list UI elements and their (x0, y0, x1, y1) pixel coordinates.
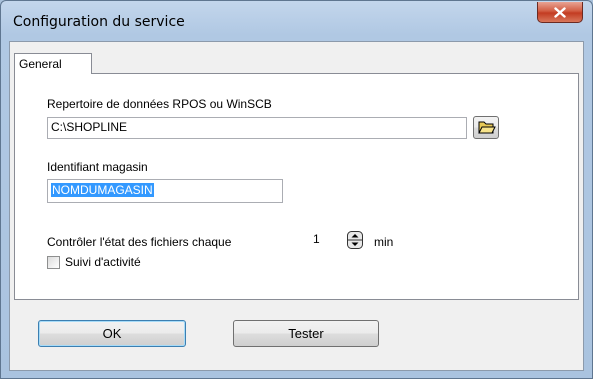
tester-button[interactable]: Tester (233, 320, 379, 347)
window-title: Configuration du service (13, 14, 185, 30)
tester-button-label: Tester (288, 326, 324, 341)
controle-unit: min (374, 235, 394, 249)
controle-label: Contrôler l'état des fichiers chaque (47, 235, 232, 249)
dialog-client-area: General Repertoire de données RPOS ou Wi… (9, 41, 584, 371)
repertoire-label: Repertoire de données RPOS ou WinSCB (47, 97, 272, 111)
tab-general-label: General (19, 57, 62, 71)
repertoire-value: C:\SHOPLINE (51, 120, 128, 134)
controle-spinner[interactable] (347, 231, 363, 249)
config-dialog: Configuration du service General Reperto… (0, 0, 593, 379)
controle-input[interactable]: 1 (308, 229, 346, 251)
repertoire-input[interactable]: C:\SHOPLINE (47, 117, 467, 139)
suivi-checkbox[interactable] (47, 256, 60, 269)
tab-general[interactable]: General (14, 53, 92, 74)
identifiant-input[interactable]: NOMDUMAGASIN (47, 179, 283, 203)
ok-button[interactable]: OK (38, 320, 186, 347)
identifiant-value: NOMDUMAGASIN (51, 183, 154, 197)
title-bar[interactable]: Configuration du service (1, 1, 592, 41)
spinner-updown-icon (347, 231, 363, 249)
folder-open-icon (478, 121, 496, 134)
ok-button-label: OK (102, 326, 122, 341)
controle-value: 1 (313, 232, 320, 246)
close-button[interactable] (537, 2, 583, 23)
suivi-label: Suivi d'activité (65, 255, 141, 269)
general-tab-panel: Repertoire de données RPOS ou WinSCB C:\… (14, 73, 579, 300)
browse-button[interactable] (473, 116, 499, 139)
identifiant-label: Identifiant magasin (47, 160, 148, 174)
close-icon (554, 6, 566, 18)
